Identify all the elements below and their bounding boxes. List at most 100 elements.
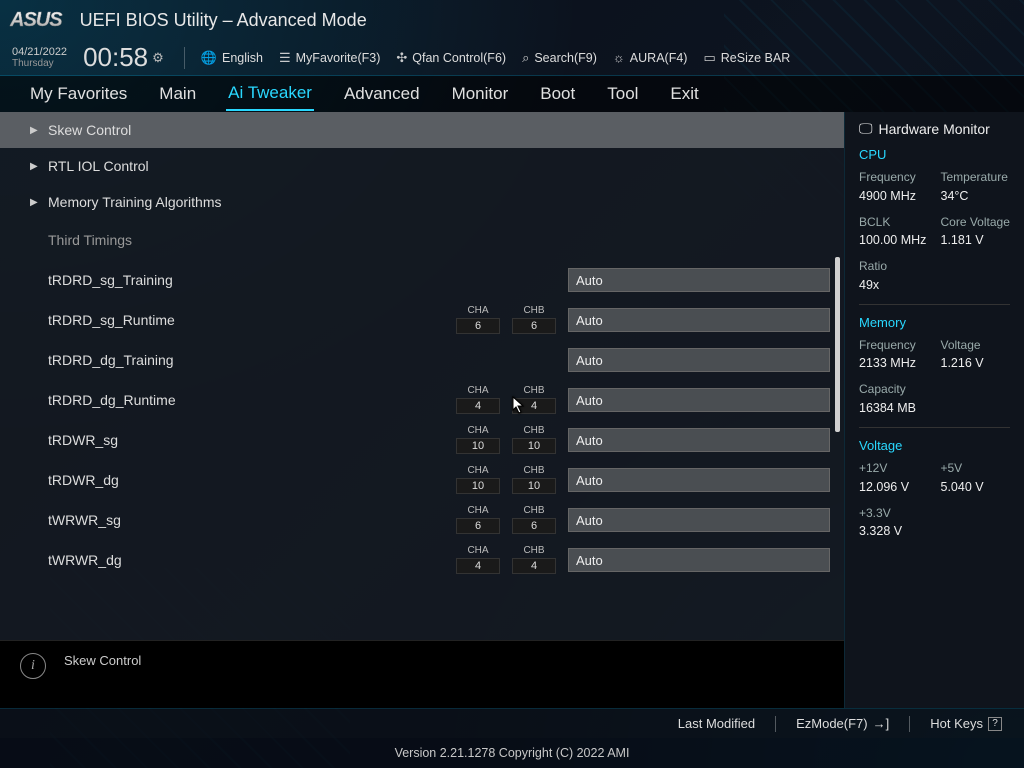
expand-skew-control[interactable]: ▶Skew Control — [0, 112, 844, 148]
tab-my-favorites[interactable]: My Favorites — [28, 78, 129, 110]
hwmon-memory-section: Memory — [859, 315, 1010, 330]
separator — [775, 716, 776, 732]
cpu-temp-value: 34°C — [941, 189, 1011, 203]
aura-button[interactable]: ☼ AURA(F4) — [613, 50, 688, 65]
resizebar-button[interactable]: ▭ReSize BAR — [703, 50, 790, 66]
list-icon: ☰ — [279, 50, 291, 66]
hotkeys-button[interactable]: Hot Keys? — [930, 716, 1002, 731]
ratio-value: 49x — [859, 278, 929, 292]
skew-label: Skew Control — [48, 122, 834, 138]
question-icon: ? — [988, 717, 1002, 731]
chb-value: 4 — [512, 398, 556, 414]
language-button[interactable]: 🌐 English — [201, 50, 263, 66]
cpu-temp-label: Temperature — [941, 170, 1011, 186]
mta-label: Memory Training Algorithms — [48, 194, 834, 210]
setting-dropdown[interactable]: Auto — [568, 308, 830, 332]
expand-rtl-iol-control[interactable]: ▶ RTL IOL Control — [0, 148, 844, 184]
channel-values: CHA10 CHB10 — [456, 426, 556, 454]
mem-volt-label: Voltage — [941, 338, 1011, 354]
ezmode-label: EzMode(F7) — [796, 716, 868, 731]
settings-scroll[interactable]: ▶Skew Control ▶ RTL IOL Control ▶Memory T… — [0, 112, 844, 640]
tab-monitor[interactable]: Monitor — [450, 78, 511, 110]
qfan-label: Qfan Control(F6) — [412, 51, 506, 65]
cpu-freq-value: 4900 MHz — [859, 189, 929, 203]
globe-icon: 🌐 — [201, 50, 217, 66]
search-button[interactable]: ⌕ Search(F9) — [522, 50, 597, 66]
setting-dropdown[interactable]: Auto — [568, 268, 830, 292]
cha-label: CHA — [456, 426, 500, 436]
setting-dropdown[interactable]: Auto — [568, 508, 830, 532]
date-text: 04/21/2022 — [12, 46, 67, 58]
tab-main[interactable]: Main — [157, 78, 198, 110]
myfavorite-label: MyFavorite(F3) — [296, 51, 381, 65]
v12-value: 12.096 V — [859, 480, 929, 494]
scrollbar-thumb[interactable] — [835, 257, 840, 432]
channel-values: CHA10 CHB10 — [456, 466, 556, 494]
setting-dropdown[interactable]: Auto — [568, 468, 830, 492]
third-timings-label: Third Timings — [48, 232, 132, 248]
info-icon: i — [20, 653, 46, 679]
cha-label: CHA — [456, 506, 500, 516]
mem-cap-value: 16384 MB — [859, 401, 929, 415]
last-modified-button[interactable]: Last Modified — [678, 716, 755, 731]
mem-volt-value: 1.216 V — [941, 356, 1011, 370]
tab-boot[interactable]: Boot — [538, 78, 577, 110]
hwmon-cpu-section: CPU — [859, 147, 1010, 162]
tab-tool[interactable]: Tool — [605, 78, 640, 110]
setting-name: tWRWR_sg — [48, 512, 456, 528]
hwmon-title: 🖵Hardware Monitor — [859, 120, 1010, 137]
chb-value: 6 — [512, 318, 556, 334]
chevron-right-icon: ▶ — [30, 161, 38, 172]
myfavorite-button[interactable]: ☰ MyFavorite(F3) — [279, 50, 380, 66]
separator — [184, 47, 185, 69]
bclk-label: BCLK — [859, 215, 929, 231]
aura-label: AURA(F4) — [630, 51, 688, 65]
tab-ai-tweaker[interactable]: Ai Tweaker — [226, 77, 314, 111]
corevolt-value: 1.181 V — [941, 233, 1011, 247]
setting-dropdown[interactable]: Auto — [568, 428, 830, 452]
setting-row-tRDWR_sg: tRDWR_sg CHA10 CHB10 Auto — [0, 420, 844, 460]
chb-label: CHB — [512, 506, 556, 516]
ratio-label: Ratio — [859, 259, 929, 275]
main-tabs: My Favorites Main Ai Tweaker Advanced Mo… — [0, 76, 1024, 112]
expand-memory-training[interactable]: ▶Memory Training Algorithms — [0, 184, 844, 220]
search-label: Search(F9) — [534, 51, 597, 65]
setting-name: tRDWR_dg — [48, 472, 456, 488]
cha-value: 4 — [456, 398, 500, 414]
setting-dropdown[interactable]: Auto — [568, 388, 830, 412]
setting-dropdown[interactable]: Auto — [568, 348, 830, 372]
channel-values: CHA4 CHB4 — [456, 546, 556, 574]
setting-name: tRDRD_dg_Training — [48, 352, 456, 368]
language-label: English — [222, 51, 263, 65]
channel-values: CHA6 CHB6 — [456, 306, 556, 334]
tab-exit[interactable]: Exit — [668, 78, 700, 110]
resize-icon: ▭ — [703, 50, 715, 66]
content-area: ▶Skew Control ▶ RTL IOL Control ▶Memory T… — [0, 112, 1024, 708]
corevolt-label: Core Voltage — [941, 215, 1011, 231]
bclk-value: 100.00 MHz — [859, 233, 929, 247]
top-toolbar: 04/21/2022 Thursday 00:58 ⚙ 🌐English ☰My… — [0, 40, 1024, 76]
clock[interactable]: 00:58 ⚙ — [83, 42, 164, 73]
tab-advanced[interactable]: Advanced — [342, 78, 422, 110]
aura-icon: ☼ — [613, 50, 625, 65]
gear-icon[interactable]: ⚙ — [152, 50, 164, 66]
monitor-icon: 🖵 — [859, 120, 873, 137]
setting-name: tRDRD_dg_Runtime — [48, 392, 456, 408]
setting-row-tRDRD_sg_Runtime: tRDRD_sg_Runtime CHA6 CHB6 Auto — [0, 300, 844, 340]
cha-value: 6 — [456, 518, 500, 534]
cha-value: 10 — [456, 478, 500, 494]
v12-label: +12V — [859, 461, 929, 477]
qfan-button[interactable]: ✣Qfan Control(F6) — [396, 50, 506, 66]
rtl-label: RTL IOL Control — [48, 158, 834, 174]
search-icon: ⌕ — [522, 50, 529, 66]
cha-label: CHA — [456, 466, 500, 476]
ezmode-button[interactable]: EzMode(F7)→] — [796, 716, 889, 731]
cha-value: 10 — [456, 438, 500, 454]
clock-time: 00:58 — [83, 42, 148, 73]
mem-freq-value: 2133 MHz — [859, 356, 929, 370]
chb-value: 10 — [512, 478, 556, 494]
channel-values: CHA6 CHB6 — [456, 506, 556, 534]
setting-dropdown[interactable]: Auto — [568, 548, 830, 572]
bottom-bar: Last Modified EzMode(F7)→] Hot Keys? Ver… — [0, 708, 1024, 768]
v33-value: 3.328 V — [859, 524, 929, 538]
